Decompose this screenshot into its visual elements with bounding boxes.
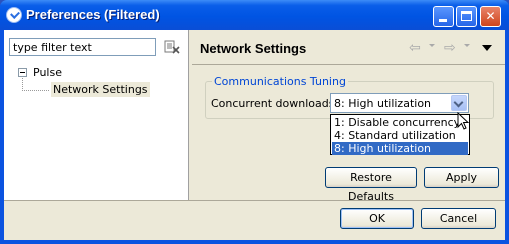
close-button[interactable]: ✕ xyxy=(480,6,501,27)
restore-defaults-button[interactable]: Restore Defaults xyxy=(325,167,417,203)
option-high-utilization[interactable]: 8: High utilization xyxy=(332,142,468,155)
button-bar-divider xyxy=(4,200,505,201)
maximize-icon xyxy=(461,11,472,21)
dialog-body: Pulse Network Settings Network Settings … xyxy=(4,30,505,240)
minimize-button[interactable] xyxy=(433,6,454,27)
select-value: 8: High utilization xyxy=(334,97,432,110)
concurrent-downloads-label: Concurrent downloads: xyxy=(211,97,339,110)
tree-item-network-settings[interactable]: Network Settings xyxy=(51,82,150,97)
apply-button[interactable]: Apply xyxy=(424,167,499,188)
mouse-pointer-icon xyxy=(457,112,469,130)
maximize-button[interactable] xyxy=(456,6,477,27)
concurrent-downloads-select[interactable]: 8: High utilization xyxy=(330,93,469,113)
ok-button[interactable]: OK xyxy=(340,208,414,229)
preference-tree-panel: Pulse Network Settings xyxy=(4,30,189,200)
preferences-dialog: Preferences (Filtered) ✕ Pulse Network S… xyxy=(0,0,509,244)
tree-item-pulse[interactable]: Pulse xyxy=(33,66,62,79)
tree-collapse-toggle[interactable] xyxy=(18,68,27,77)
clear-filter-icon[interactable] xyxy=(164,39,180,55)
back-history-chevron-icon[interactable] xyxy=(429,44,435,47)
filter-input[interactable] xyxy=(9,38,156,56)
option-disable-concurrency[interactable]: 1: Disable concurrency xyxy=(332,116,468,129)
minimize-icon xyxy=(439,19,447,22)
title-bar[interactable]: Preferences (Filtered) ✕ xyxy=(0,0,509,30)
forward-history-chevron-icon[interactable] xyxy=(464,44,470,47)
cancel-button[interactable]: Cancel xyxy=(421,208,496,229)
tree-connector xyxy=(22,90,49,91)
chevron-down-icon[interactable] xyxy=(451,95,467,111)
window-title: Preferences (Filtered) xyxy=(26,7,160,22)
concurrency-dropdown-list: 1: Disable concurrency 4: Standard utili… xyxy=(330,114,470,155)
header-divider xyxy=(192,64,505,65)
forward-arrow-icon[interactable]: ⇨ xyxy=(444,40,456,56)
group-legend: Communications Tuning xyxy=(212,75,348,88)
eclipse-app-icon xyxy=(6,7,22,23)
back-arrow-icon[interactable]: ⇦ xyxy=(409,40,421,56)
view-menu-icon[interactable] xyxy=(482,45,492,51)
page-title: Network Settings xyxy=(200,41,307,56)
option-standard-utilization[interactable]: 4: Standard utilization xyxy=(332,129,468,142)
